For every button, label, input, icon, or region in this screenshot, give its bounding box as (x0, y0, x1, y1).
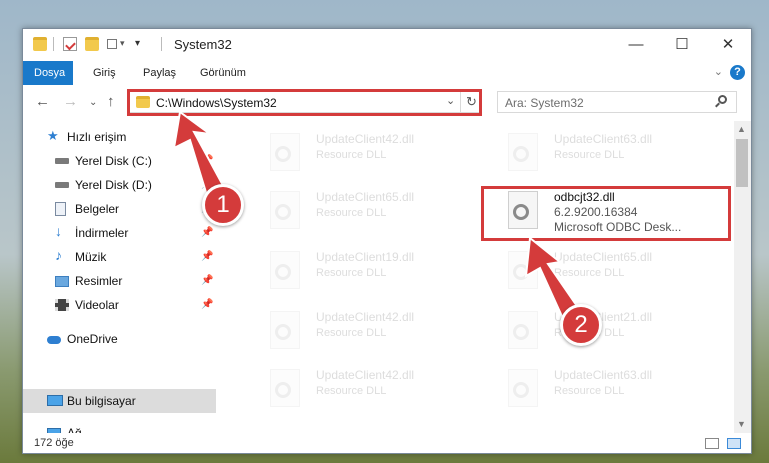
step-badge-1: 1 (202, 184, 244, 226)
step-badge-2: 2 (560, 304, 602, 346)
annotation-arrows (172, 110, 590, 336)
